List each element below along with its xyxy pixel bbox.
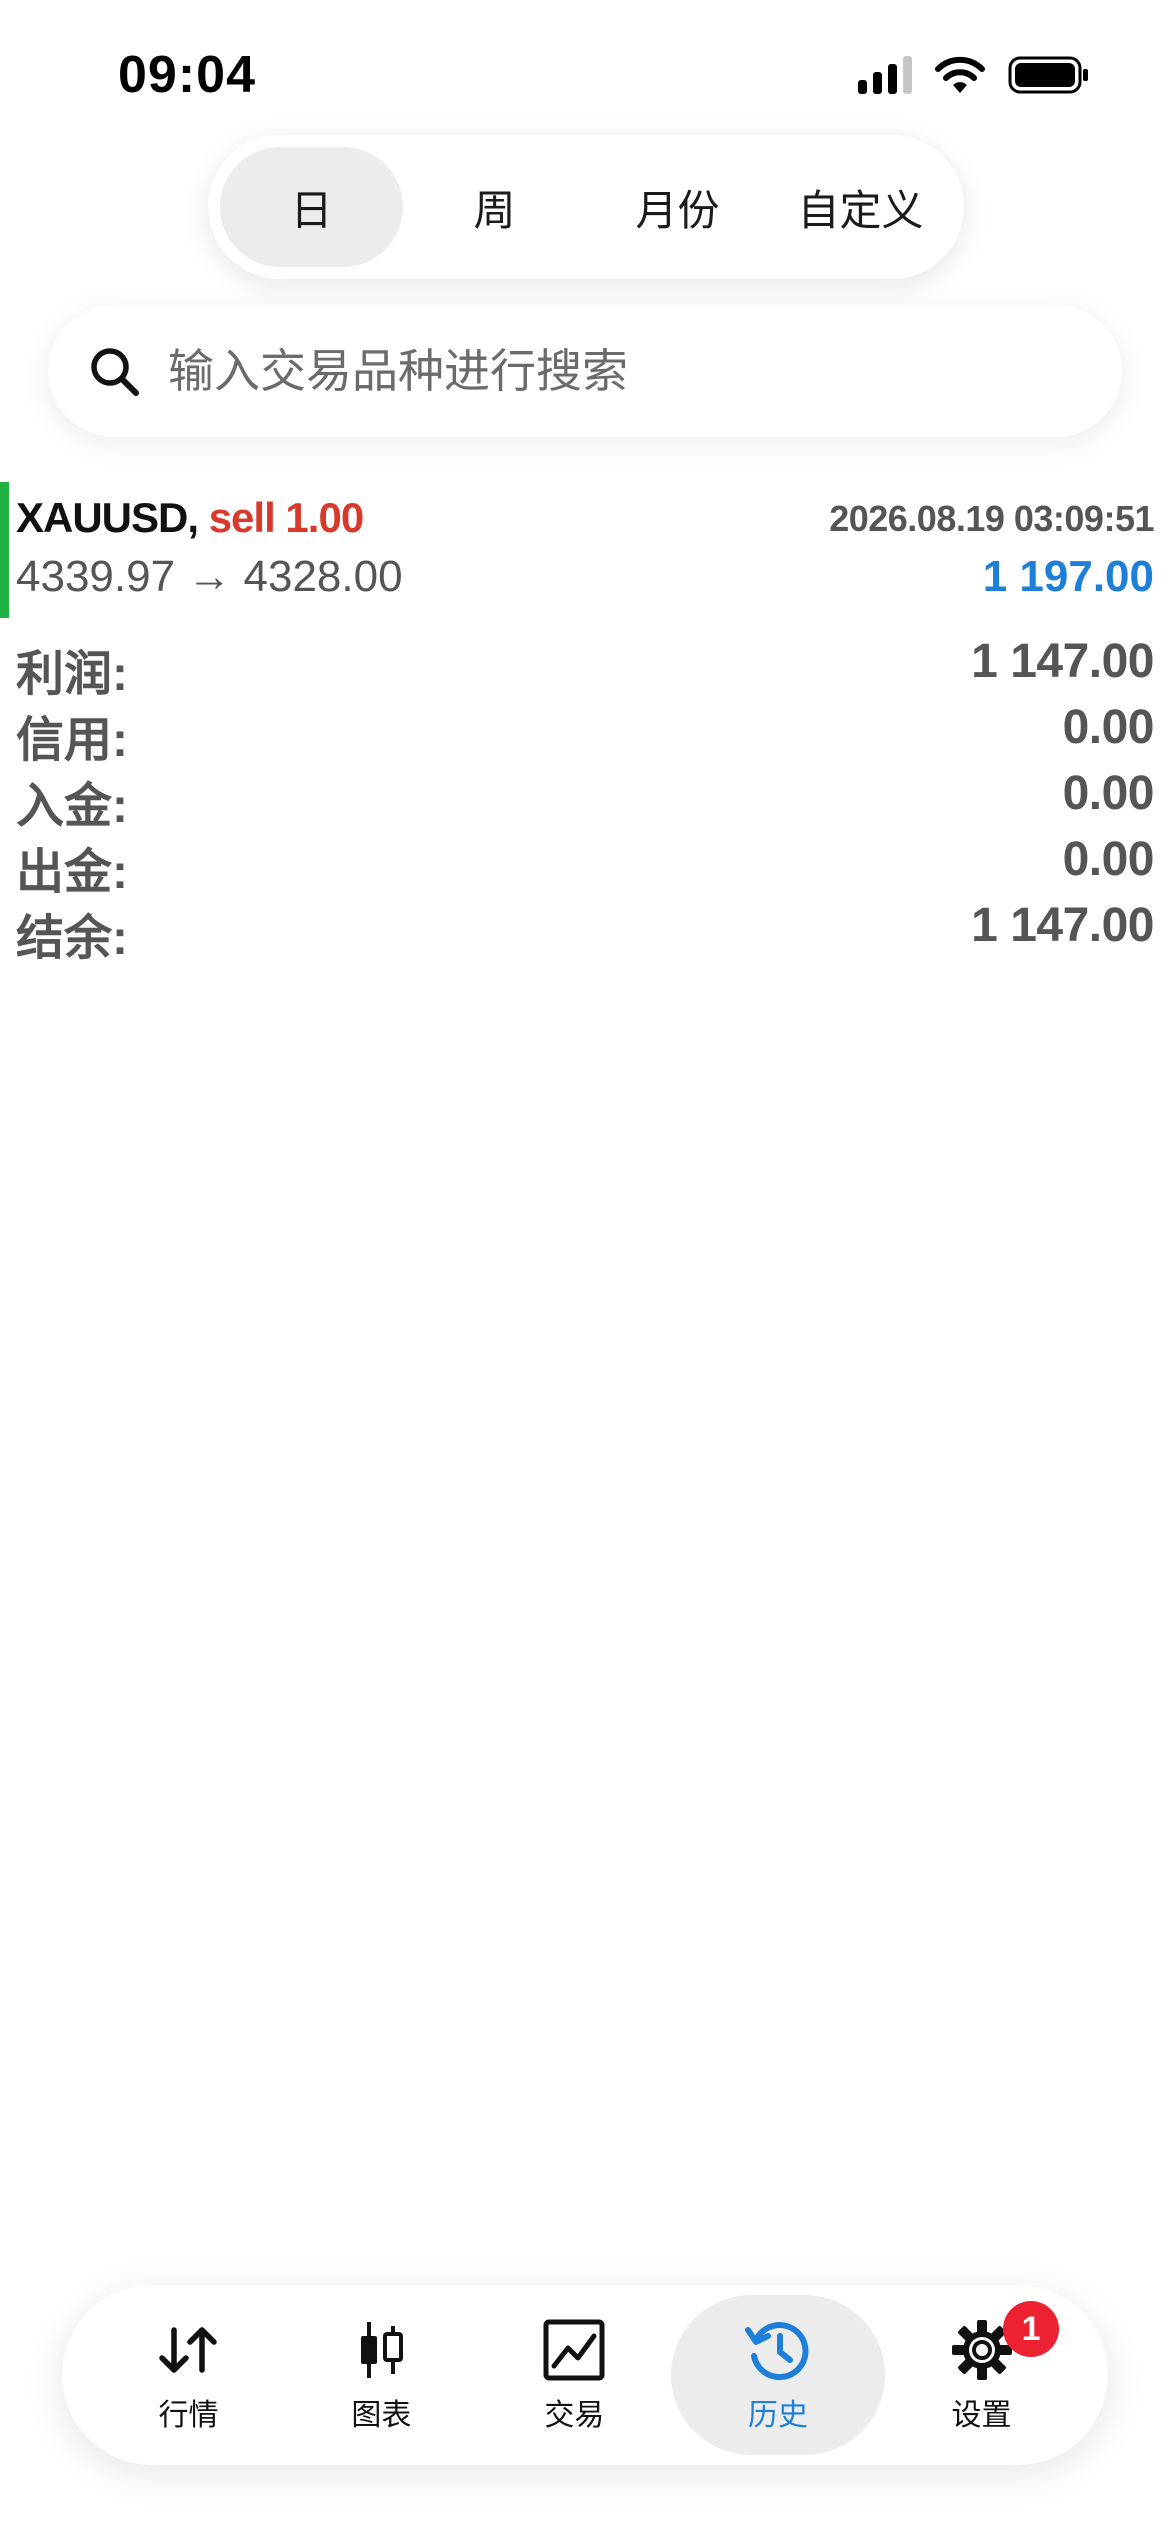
summary-label: 信用: <box>16 714 128 767</box>
summary-row-balance: 结余: 1 147.00 <box>0 894 1170 965</box>
deal-prices: 4339.97 → 4328.00 <box>16 552 403 601</box>
battery-icon <box>1008 56 1088 94</box>
history-clock-icon <box>744 2322 809 2380</box>
summary-value: 0.00 <box>1062 833 1155 886</box>
status-bar: 09:04 <box>0 0 1170 150</box>
trade-line-chart-icon <box>543 2319 605 2381</box>
search-icon <box>91 348 139 396</box>
deal-symbol: XAUUSD, <box>16 494 199 541</box>
summary-value: 1 147.00 <box>971 899 1154 952</box>
tab-trade[interactable]: 交易 <box>478 2295 671 2455</box>
period-tab-custom[interactable]: 自定义 <box>769 147 952 267</box>
tab-label: 图表 <box>351 2399 412 2432</box>
tab-label: 行情 <box>158 2399 219 2432</box>
notification-badge: 1 <box>1003 2301 1060 2357</box>
tab-settings[interactable]: 设置 1 <box>885 2295 1078 2455</box>
deal-row[interactable]: XAUUSD, sell 1.00 2026.08.19 03:09:51 43… <box>0 480 1170 618</box>
bottom-tab-bar: 行情 图表 交易 历史 设置 1 <box>62 2285 1108 2465</box>
period-tab-week[interactable]: 周 <box>403 147 586 267</box>
symbol-search-bar[interactable] <box>48 305 1122 437</box>
period-tab-month[interactable]: 月份 <box>586 147 769 267</box>
summary-value: 0.00 <box>1062 701 1155 754</box>
summary-value: 1 147.00 <box>971 635 1154 688</box>
summary-section: 利润: 1 147.00 信用: 0.00 入金: 0.00 出金: 0.00 … <box>0 630 1170 965</box>
status-time: 09:04 <box>118 46 256 104</box>
tab-label: 历史 <box>747 2399 808 2432</box>
search-input[interactable] <box>168 344 1068 398</box>
quotes-arrows-icon <box>159 2327 218 2373</box>
deal-datetime: 2026.08.19 03:09:51 <box>829 498 1154 539</box>
summary-row-withdrawal: 出金: 0.00 <box>0 828 1170 899</box>
summary-row-deposit: 入金: 0.00 <box>0 762 1170 833</box>
summary-label: 利润: <box>16 648 128 701</box>
deal-symbol-line: XAUUSD, sell 1.00 <box>16 494 364 542</box>
tab-quotes[interactable]: 行情 <box>92 2295 285 2455</box>
summary-label: 出金: <box>16 846 128 899</box>
status-icons <box>858 55 1090 95</box>
cellular-signal-icon <box>858 56 912 94</box>
summary-row-credit: 信用: 0.00 <box>0 696 1170 767</box>
summary-label: 入金: <box>16 780 128 833</box>
summary-label: 结余: <box>16 912 128 965</box>
tab-chart[interactable]: 图表 <box>285 2295 478 2455</box>
wifi-icon <box>935 56 985 93</box>
deal-profit: 1 197.00 <box>982 552 1154 601</box>
tab-label: 设置 <box>951 2399 1012 2432</box>
deal-direction-bar <box>0 482 9 618</box>
period-segmented-control: 日 周 月份 自定义 <box>208 135 964 279</box>
summary-row-profit: 利润: 1 147.00 <box>0 630 1170 701</box>
tab-history[interactable]: 历史 <box>670 2295 886 2455</box>
period-tab-day[interactable]: 日 <box>220 147 403 267</box>
summary-value: 0.00 <box>1062 767 1155 820</box>
deal-type: sell 1.00 <box>208 494 364 541</box>
candlestick-chart-icon <box>361 2322 404 2378</box>
tab-label: 交易 <box>544 2399 605 2432</box>
